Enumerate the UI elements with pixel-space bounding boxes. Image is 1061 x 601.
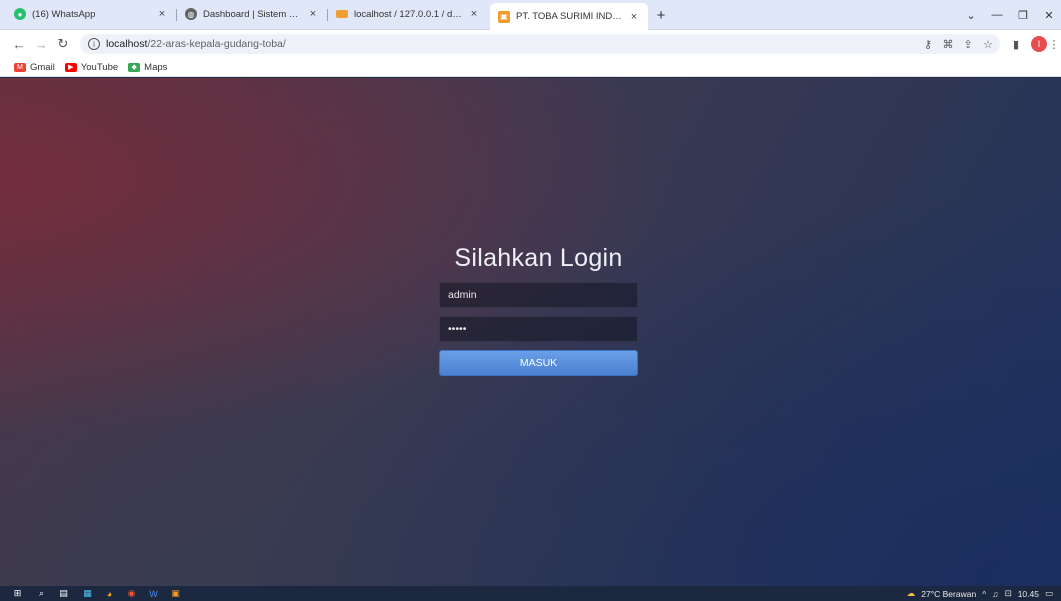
close-icon[interactable]: ×: [156, 8, 168, 20]
weather-icon[interactable]: ☁: [907, 588, 916, 599]
login-page: Silahkan Login MASUK: [0, 78, 1061, 586]
store-icon[interactable]: ◕: [104, 588, 115, 599]
page-title: Silahkan Login: [454, 244, 623, 272]
notification-icon[interactable]: ▭: [1045, 588, 1053, 599]
close-icon[interactable]: ×: [307, 8, 319, 20]
tab-phpmyadmin[interactable]: localhost / 127.0.0.1 / db_aras_ke ×: [328, 3, 488, 25]
windows-start-icon[interactable]: ⊞: [12, 588, 23, 599]
address-bar[interactable]: i localhost/22-aras-kepala-gudang-toba/: [80, 34, 1000, 54]
tab-whatsapp[interactable]: ● (16) WhatsApp ×: [6, 3, 176, 25]
share-icon[interactable]: ⇪: [960, 36, 976, 52]
site-info-icon[interactable]: i: [88, 38, 100, 50]
bookmark-maps[interactable]: ◆ Maps: [128, 62, 167, 73]
bookmark-gmail[interactable]: M Gmail: [14, 62, 55, 73]
password-input[interactable]: [439, 316, 638, 342]
tab-search-icon[interactable]: ⌄: [962, 6, 980, 24]
whatsapp-icon: ●: [14, 8, 26, 20]
forward-icon[interactable]: →: [32, 35, 50, 53]
tab-toba-surimi[interactable]: ▣ PT. TOBA SURIMI INDUSTRIES ×: [490, 3, 648, 30]
tray-chevron-icon[interactable]: ^: [982, 589, 986, 599]
globe-icon: ◍: [185, 8, 197, 20]
reload-icon[interactable]: ↻: [54, 35, 72, 53]
site-icon: ▣: [498, 10, 510, 23]
task-view-icon[interactable]: ▤: [58, 588, 69, 599]
system-tray: ☁ 27°C Berawan ^ ♫ ⊡ 10.45 ▭: [901, 587, 1053, 600]
gmail-icon: M: [14, 62, 26, 72]
word-icon[interactable]: W: [148, 588, 159, 599]
new-tab-button[interactable]: +: [652, 6, 670, 24]
weather-text[interactable]: 27°C Berawan: [921, 589, 976, 599]
menu-icon[interactable]: ⋮: [1046, 36, 1061, 52]
url-path: /22-aras-kepala-gudang-toba/: [147, 38, 286, 50]
chrome-icon[interactable]: ◉: [126, 588, 137, 599]
clock[interactable]: 10.45: [1018, 589, 1039, 599]
minimize-icon[interactable]: —: [988, 6, 1006, 24]
profile-avatar[interactable]: I: [1031, 36, 1047, 52]
browser-tab-strip: ● (16) WhatsApp × ◍ Dashboard | Sistem M…: [0, 0, 1061, 30]
app-icon[interactable]: ▣: [170, 588, 181, 599]
close-icon[interactable]: ×: [468, 8, 480, 20]
speaker-icon[interactable]: ♫: [992, 589, 998, 599]
windows-taskbar: ⊞ ⌕ ▤ ▦ ◕ ◉ W ▣ ☁ 27°C Berawan ^ ♫ ⊡ 10.…: [0, 586, 1061, 601]
maps-icon: ◆: [128, 62, 141, 72]
translate-icon[interactable]: ⌘: [940, 36, 956, 52]
key-icon[interactable]: ⚷: [920, 36, 936, 52]
url-host: localhost: [106, 38, 148, 50]
window-close-icon[interactable]: ✕: [1040, 6, 1058, 24]
network-icon[interactable]: ⊡: [1005, 588, 1012, 599]
bookmarks-bar: M Gmail ▶ YouTube ◆ Maps: [0, 58, 1061, 77]
side-panel-icon[interactable]: ▮: [1008, 36, 1024, 52]
browser-toolbar: ← → ↻ i localhost/22-aras-kepala-gudang-…: [0, 30, 1061, 58]
bookmark-star-icon[interactable]: ☆: [980, 36, 996, 52]
close-icon[interactable]: ×: [628, 11, 640, 23]
username-input[interactable]: [439, 282, 638, 308]
file-explorer-icon[interactable]: ▦: [82, 588, 93, 599]
login-button[interactable]: MASUK: [439, 350, 638, 376]
youtube-icon: ▶: [64, 62, 77, 72]
phpmyadmin-icon: [336, 10, 348, 18]
search-icon[interactable]: ⌕: [36, 588, 47, 599]
tab-dashboard[interactable]: ◍ Dashboard | Sistem Monitoring Pe ×: [177, 3, 327, 25]
bookmark-youtube[interactable]: ▶ YouTube: [64, 62, 118, 73]
back-icon[interactable]: ←: [10, 35, 28, 53]
restore-icon[interactable]: ❐: [1014, 6, 1032, 24]
